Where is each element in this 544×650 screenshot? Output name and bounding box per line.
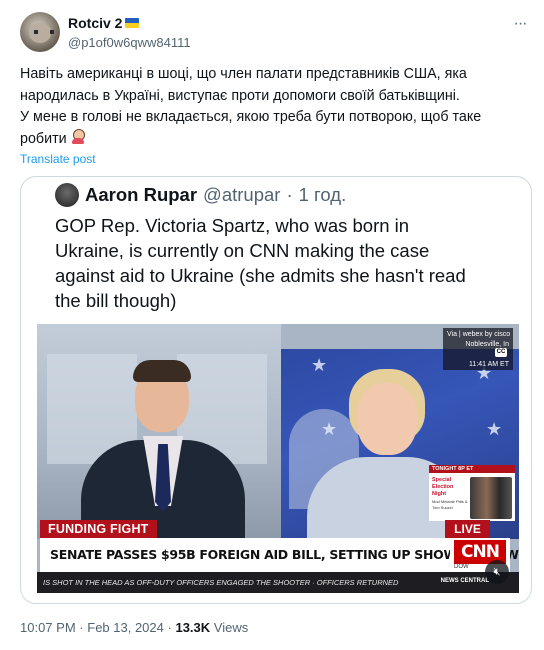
quoted-avatar <box>55 183 79 207</box>
avatar[interactable] <box>20 12 60 52</box>
quoted-text-line: the bill though) <box>55 290 177 311</box>
quoted-author-name: Aaron Rupar <box>85 184 198 205</box>
meta-separator: · <box>79 620 84 635</box>
ticker-brand: NEWS CENTRAL <box>440 578 489 584</box>
post-header: Rotciv 2 @p1of0w6qww84111 ··· <box>20 12 530 56</box>
post-text-line-end: робити <box>20 130 67 147</box>
woman-facepalming-emoji-icon <box>71 128 85 145</box>
post-metadata: 10:07 PM · Feb 13, 2024 · 13.3K Views <box>20 620 248 635</box>
live-badge: LIVE <box>445 520 490 538</box>
more-options-button[interactable]: ··· <box>510 14 530 34</box>
quoted-media-card[interactable]: Aaron Rupar @atrupar · 1 год. GOP Rep. Vic… <box>20 176 532 604</box>
mute-button[interactable]: 🔇︎ <box>485 560 509 584</box>
translate-post-link[interactable]: Translate post <box>20 152 96 166</box>
display-name-text[interactable]: Rotciv 2 <box>68 14 122 32</box>
post-text-line: У мене в голові не вкладається, якою тре… <box>20 109 482 125</box>
video-player[interactable]: ★ ★ ★ ★ ★ Via | webex by cisco Noblesvil… <box>37 324 519 593</box>
promo-people-image <box>470 477 512 519</box>
promo-box: TONIGHT 8P ET Special Election Night Mod… <box>429 465 515 521</box>
closed-captions-icon: CC <box>495 348 507 357</box>
quoted-separator: · <box>286 184 293 205</box>
quoted-time: 1 год. <box>298 184 347 205</box>
ukraine-flag-icon <box>125 18 140 28</box>
promo-title: Special Election Night <box>432 477 454 497</box>
author-block: Rotciv 2 @p1of0w6qww84111 <box>68 14 191 52</box>
quoted-tweet-header: Aaron Rupar @atrupar · 1 год. <box>55 181 346 209</box>
post-text: Навіть американці в шоці, що член палати… <box>20 64 520 150</box>
views-count[interactable]: 13.3K <box>175 620 210 635</box>
post-time[interactable]: 10:07 PM <box>20 620 76 635</box>
promo-header: TONIGHT 8P ET <box>432 466 474 472</box>
quoted-text-line: Ukraine, is currently on CNN making the … <box>55 240 430 261</box>
volume-muted-icon: 🔇︎ <box>493 566 501 578</box>
quoted-author-handle: @atrupar <box>203 184 281 205</box>
chyron-headline: SENATE PASSES $95B FOREIGN AID BILL, SET… <box>40 538 519 572</box>
studio-scene <box>37 324 281 540</box>
post-date[interactable]: Feb 13, 2024 <box>87 620 164 635</box>
quoted-tweet-text: GOP Rep. Victoria Spartz, who was born i… <box>55 213 515 313</box>
user-handle[interactable]: @p1of0w6qww84111 <box>68 34 191 52</box>
post-text-line: робити <box>20 128 520 151</box>
chyron-tag: FUNDING FIGHT <box>40 520 157 538</box>
display-name[interactable]: Rotciv 2 <box>68 14 191 32</box>
post-text-line: Навіть американці в шоці, що член палати… <box>20 66 467 82</box>
quoted-text-line: against aid to Ukraine (she admits she h… <box>55 265 466 286</box>
post-text-line: народилась в Україні, виступає проти доп… <box>20 87 460 104</box>
meta-separator: · <box>167 620 172 635</box>
quoted-text-line: GOP Rep. Victoria Spartz, who was born i… <box>55 215 410 236</box>
news-anchor-figure <box>73 358 253 540</box>
promo-names: Mod Melanie Pitts & Tom Suozzi <box>432 499 468 510</box>
dow-label: DOW <box>454 564 469 570</box>
views-label: Views <box>213 620 249 635</box>
info-line: 11:41 AM ET <box>469 361 509 368</box>
chyron: FUNDING FIGHT LIVE SENATE PASSES $95B FO… <box>37 520 519 593</box>
more-horizontal-icon: ··· <box>513 15 528 32</box>
info-line: Via | webex by cisco <box>447 331 511 338</box>
